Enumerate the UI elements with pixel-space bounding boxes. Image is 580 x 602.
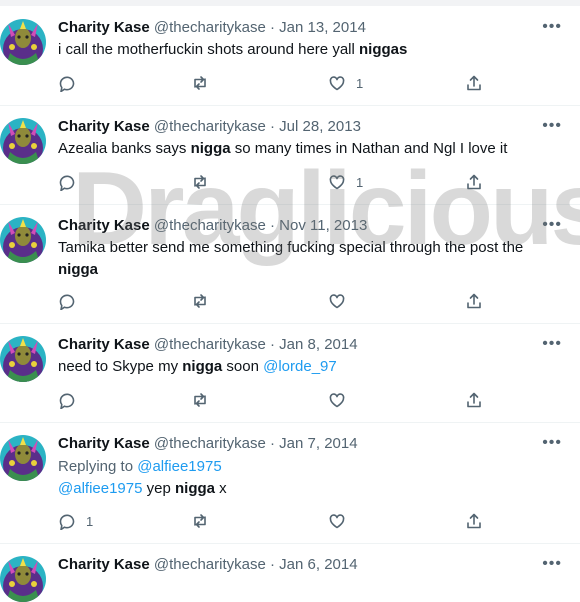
tweet-3[interactable]: Charity Kase @thecharitykase · Nov 11, 2…: [0, 205, 580, 324]
reply-icon: [59, 175, 75, 191]
tweet-header: Charity Kase @thecharitykase · Jan 6, 20…: [58, 555, 358, 575]
tweet-text: @alfiee1975 yep nigga x: [58, 480, 227, 497]
like-button[interactable]: [328, 291, 346, 311]
like-icon: [329, 76, 345, 91]
like-button[interactable]: 1: [328, 172, 363, 192]
share-button[interactable]: [465, 172, 483, 192]
tweet-2[interactable]: Charity Kase @thecharitykase · Jul 28, 2…: [0, 106, 580, 205]
like-icon: [329, 393, 345, 408]
retweet-icon: [194, 76, 206, 90]
retweet-icon: [194, 393, 206, 407]
reply-icon: [59, 294, 75, 310]
avatar[interactable]: [0, 556, 46, 602]
tweet-text: need to Skype my nigga soon @lorde_97: [58, 358, 337, 375]
display-name[interactable]: Charity Kase: [58, 217, 150, 234]
timestamp[interactable]: · Jan 13, 2014: [270, 19, 366, 36]
like-icon: [329, 294, 345, 309]
share-button[interactable]: [465, 73, 483, 93]
like-button[interactable]: 1: [328, 73, 363, 93]
tweet-1[interactable]: Charity Kase @thecharitykase · Jan 13, 2…: [0, 7, 580, 106]
more-icon[interactable]: •••: [542, 216, 562, 234]
tweet-header: Charity Kase @thecharitykase · Nov 11, 2…: [58, 216, 367, 236]
display-name[interactable]: Charity Kase: [58, 19, 150, 36]
like-count: 1: [356, 174, 364, 190]
tweet-4[interactable]: Charity Kase @thecharitykase · Jan 8, 20…: [0, 324, 580, 423]
retweet-button[interactable]: [191, 511, 209, 531]
reply-button[interactable]: [58, 390, 76, 410]
avatar[interactable]: [0, 19, 46, 65]
retweet-icon: [194, 514, 206, 528]
replying-to: Replying to @alfiee1975: [58, 458, 222, 475]
more-icon[interactable]: •••: [542, 335, 562, 353]
share-button[interactable]: [465, 291, 483, 311]
reply-button[interactable]: [58, 73, 76, 93]
more-icon[interactable]: •••: [542, 555, 562, 573]
avatar[interactable]: [0, 217, 46, 263]
more-icon[interactable]: •••: [542, 117, 562, 135]
timestamp[interactable]: · Jan 6, 2014: [270, 556, 358, 573]
like-icon: [329, 514, 345, 529]
like-icon: [329, 175, 345, 190]
replying-to-link[interactable]: @alfiee1975: [137, 458, 221, 475]
share-button[interactable]: [465, 390, 483, 410]
tweet-header: Charity Kase @thecharitykase · Jan 13, 2…: [58, 18, 366, 38]
handle[interactable]: @thecharitykase: [154, 435, 266, 452]
retweet-button[interactable]: [191, 390, 209, 410]
avatar[interactable]: [0, 336, 46, 382]
timestamp[interactable]: · Jul 28, 2013: [270, 118, 361, 135]
handle[interactable]: @thecharitykase: [154, 556, 266, 573]
tweet-text: i call the motherfuckin shots around her…: [58, 41, 408, 58]
share-icon: [467, 174, 481, 190]
reply-icon: [59, 76, 75, 92]
tweet-6[interactable]: Charity Kase @thecharitykase · Jan 6, 20…: [0, 544, 580, 602]
like-button[interactable]: [328, 390, 346, 410]
like-count: 1: [356, 75, 364, 91]
reply-count: 1: [86, 513, 94, 529]
retweet-button[interactable]: [191, 172, 209, 192]
tweet-text: Tamika better send me something fucking …: [58, 239, 524, 278]
retweet-button[interactable]: [191, 73, 209, 93]
share-icon: [467, 75, 481, 91]
handle[interactable]: @thecharitykase: [154, 217, 266, 234]
tweet-header: Charity Kase @thecharitykase · Jan 8, 20…: [58, 335, 358, 355]
share-icon: [467, 392, 481, 408]
timestamp[interactable]: · Jan 7, 2014: [270, 435, 358, 452]
handle[interactable]: @thecharitykase: [154, 336, 266, 353]
tweet-header: Charity Kase @thecharitykase · Jan 7, 20…: [58, 434, 358, 454]
handle[interactable]: @thecharitykase: [154, 19, 266, 36]
retweet-button[interactable]: [191, 291, 209, 311]
tweet-text: Azealia banks says nigga so many times i…: [58, 140, 508, 157]
display-name[interactable]: Charity Kase: [58, 435, 150, 452]
tweet-5[interactable]: Charity Kase @thecharitykase · Jan 7, 20…: [0, 423, 580, 544]
share-button[interactable]: [465, 511, 483, 531]
tweet-header: Charity Kase @thecharitykase · Jul 28, 2…: [58, 117, 361, 137]
display-name[interactable]: Charity Kase: [58, 118, 150, 135]
mention-link[interactable]: @alfiee1975: [58, 480, 142, 497]
like-button[interactable]: [328, 511, 346, 531]
retweet-icon: [194, 294, 206, 308]
avatar[interactable]: [0, 118, 46, 164]
reply-button[interactable]: 1: [58, 511, 93, 531]
display-name[interactable]: Charity Kase: [58, 556, 150, 573]
reply-icon: [59, 514, 75, 530]
share-icon: [467, 293, 481, 309]
reply-button[interactable]: [58, 172, 76, 192]
top-divider: [0, 0, 580, 6]
share-icon: [467, 513, 481, 529]
retweet-icon: [194, 175, 206, 189]
handle[interactable]: @thecharitykase: [154, 118, 266, 135]
more-icon[interactable]: •••: [542, 434, 562, 452]
more-icon[interactable]: •••: [542, 18, 562, 36]
timestamp[interactable]: · Jan 8, 2014: [270, 336, 358, 353]
timestamp[interactable]: · Nov 11, 2013: [270, 217, 367, 234]
avatar[interactable]: [0, 435, 46, 481]
display-name[interactable]: Charity Kase: [58, 336, 150, 353]
mention-link[interactable]: @lorde_97: [263, 358, 337, 375]
reply-button[interactable]: [58, 291, 76, 311]
reply-icon: [59, 393, 75, 409]
